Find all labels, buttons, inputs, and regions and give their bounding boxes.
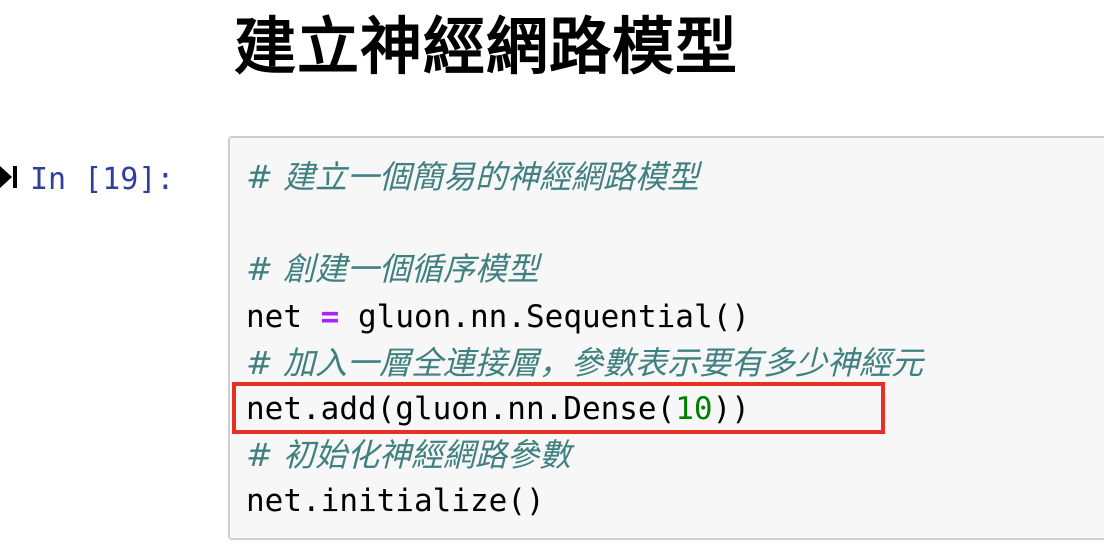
step-run-icon[interactable] [0,160,20,194]
code-comment: # 創建一個循序模型 [246,250,539,288]
code-comment: # 建立一個簡易的神經網路模型 [246,158,699,196]
code-statement: net.initialize() [246,483,545,519]
code-operator: = [320,299,340,335]
code-line-6: # 初始化神經網路參數 [246,432,571,478]
code-line-4: # 加入一層全連接層，參數表示要有多少神經元 [246,340,923,386]
code-line-7: net.initialize() [246,478,545,524]
highlight-annotation-box [232,382,885,434]
code-comment: # 加入一層全連接層，參數表示要有多少神經元 [246,344,923,382]
notebook-heading: 建立神經網路模型 [234,10,739,83]
cell-prompt: In [19]: [30,162,175,197]
code-variable: net [246,299,302,335]
code-comment: # 初始化神經網路參數 [246,436,571,474]
code-line-2: # 創建一個循序模型 [246,246,539,292]
code-line-3: net = gluon.nn.Sequential() [246,294,750,340]
code-expression: gluon.nn.Sequential() [358,299,750,335]
code-line-1: # 建立一個簡易的神經網路模型 [246,154,699,200]
